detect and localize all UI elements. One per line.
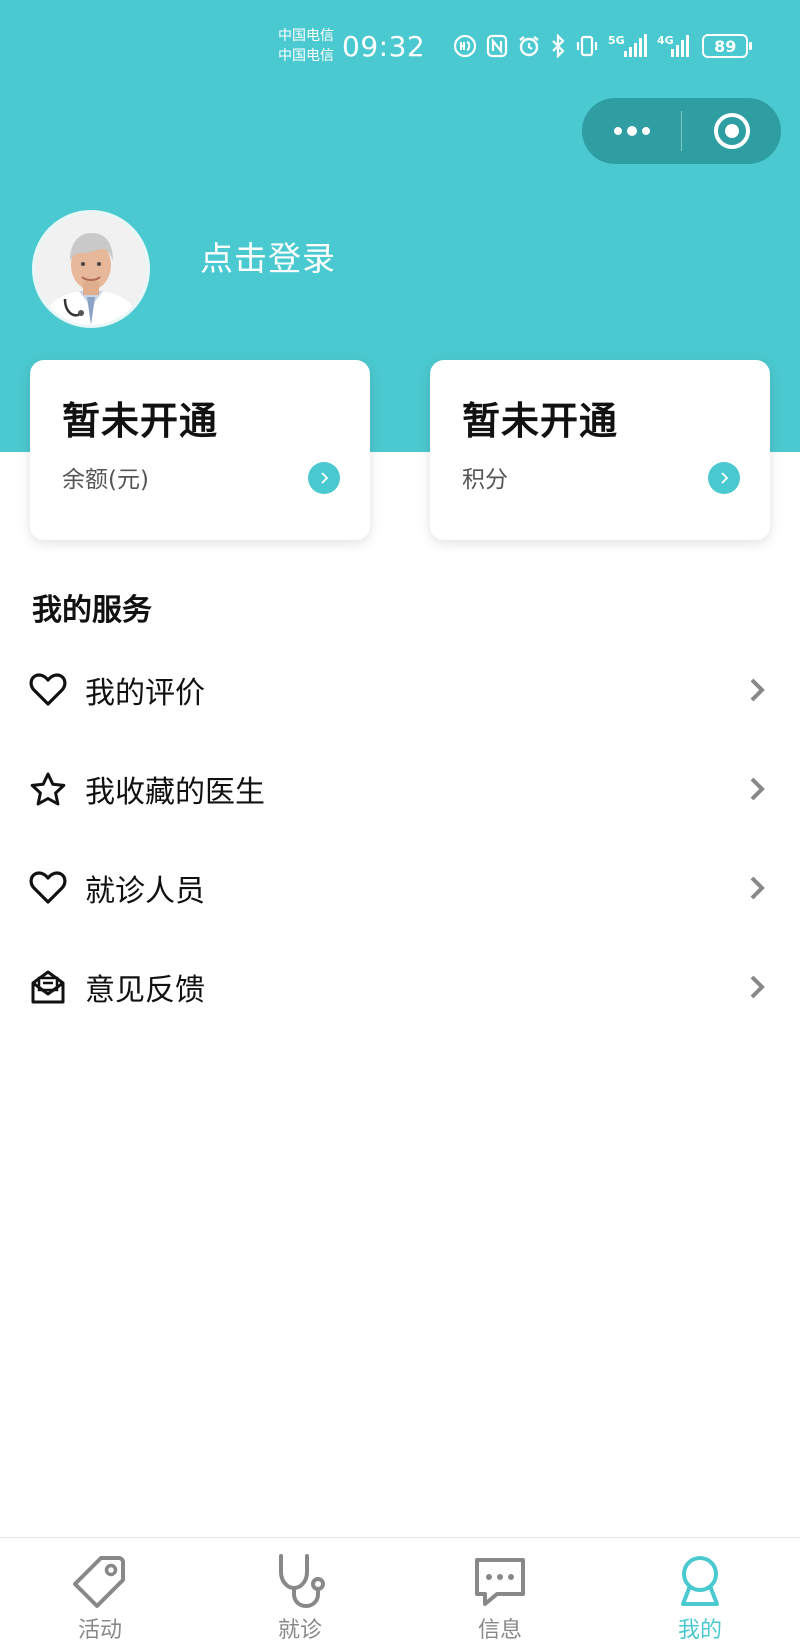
more-dots-icon <box>613 126 650 136</box>
signal-4g-icon: 4G <box>657 34 690 57</box>
vibrate-icon <box>577 35 598 57</box>
tab-label: 就诊 <box>277 1618 322 1643</box>
star-icon <box>28 769 68 809</box>
login-link[interactable]: 点击登录 <box>200 232 336 280</box>
tab-messages[interactable]: 信息 <box>400 1538 600 1650</box>
service-item-feedback[interactable]: 意见反馈 <box>0 955 800 1019</box>
doctor-avatar-image <box>35 213 147 325</box>
balance-card[interactable]: 暂未开通 余额(元) <box>30 360 370 540</box>
heart-icon <box>28 670 68 710</box>
chevron-right-icon <box>750 678 765 702</box>
mail-icon <box>28 967 68 1007</box>
service-label: 我收藏的医生 <box>85 775 265 810</box>
battery-icon: 89 <box>702 34 753 58</box>
carrier-1: 中国电信 <box>278 28 334 44</box>
status-time: 09:32 <box>342 29 426 63</box>
close-miniprogram-button[interactable] <box>682 98 781 164</box>
balance-label: 余额(元) <box>62 467 149 493</box>
tab-label: 活动 <box>77 1618 122 1643</box>
svg-text:5G: 5G <box>608 34 625 47</box>
status-bar: 中国电信 中国电信 09:32 5G 4G 89 <box>278 22 753 70</box>
alarm-icon <box>519 36 539 57</box>
heart-icon <box>28 868 68 908</box>
carrier-2: 中国电信 <box>278 48 334 64</box>
service-item-favorite-doctors[interactable]: 我收藏的医生 <box>0 757 800 821</box>
tab-consultation[interactable]: 就诊 <box>200 1538 400 1650</box>
tab-label: 我的 <box>677 1618 722 1643</box>
nfc-icon <box>487 34 508 58</box>
service-item-reviews[interactable]: 我的评价 <box>0 658 800 722</box>
tab-label: 信息 <box>477 1618 522 1643</box>
chevron-right-icon <box>750 876 765 900</box>
more-button[interactable] <box>582 98 681 164</box>
stethoscope-icon <box>279 1554 325 1609</box>
carrier-info: 中国电信 中国电信 <box>278 26 334 66</box>
target-icon <box>713 113 750 149</box>
tab-activities[interactable]: 活动 <box>0 1538 200 1650</box>
tag-icon <box>73 1556 125 1608</box>
svg-text:4G: 4G <box>657 34 674 47</box>
points-value: 暂未开通 <box>462 399 619 443</box>
miniprogram-capsule <box>582 98 781 164</box>
service-label: 我的评价 <box>85 676 205 711</box>
bottom-tab-bar: 活动 就诊 信息 我的 <box>0 1537 800 1650</box>
signal-5g-icon: 5G <box>608 34 648 57</box>
service-label: 就诊人员 <box>85 874 205 909</box>
services-title: 我的服务 <box>32 593 152 628</box>
service-item-patients[interactable]: 就诊人员 <box>0 856 800 920</box>
chevron-right-icon[interactable] <box>708 462 740 494</box>
status-icons: 5G 4G 89 <box>453 33 753 59</box>
avatar[interactable] <box>32 210 150 328</box>
hd-call-icon <box>454 34 477 58</box>
points-card[interactable]: 暂未开通 积分 <box>430 360 770 540</box>
points-label: 积分 <box>462 467 508 493</box>
balance-value: 暂未开通 <box>62 399 219 443</box>
chevron-right-icon <box>750 975 765 999</box>
service-label: 意见反馈 <box>85 973 205 1008</box>
person-icon <box>681 1556 719 1606</box>
chevron-right-icon <box>750 777 765 801</box>
message-icon <box>475 1558 525 1606</box>
chevron-right-icon[interactable] <box>308 462 340 494</box>
battery-level: 89 <box>714 36 737 56</box>
bluetooth-icon <box>552 34 565 58</box>
tab-mine[interactable]: 我的 <box>600 1538 800 1650</box>
